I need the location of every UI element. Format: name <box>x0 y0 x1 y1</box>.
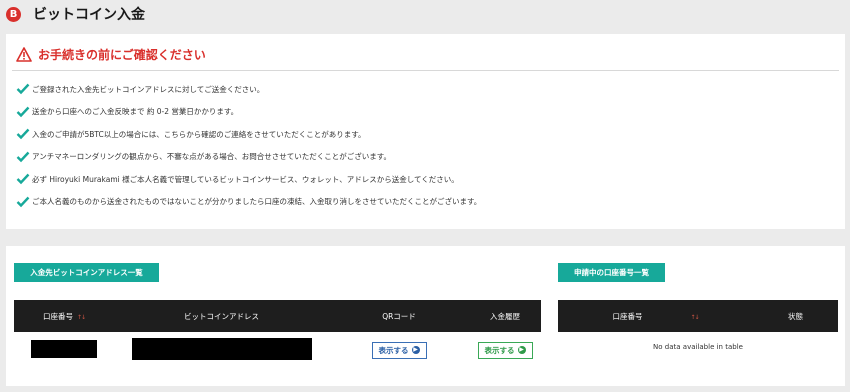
table-row: 表示する ▶ 表示する ▶ <box>14 332 541 368</box>
empty-table-message: No data available in table <box>653 343 743 351</box>
checkmark-icon <box>16 128 30 140</box>
column-label: 口座番号 <box>612 311 643 321</box>
show-history-button[interactable]: 表示する ▶ <box>477 341 533 359</box>
table-row: No data available in table <box>558 332 838 362</box>
notice-item-text: ご本人名義のものから送金されたものではないことが分かりましたら口座の凍結、入金取… <box>32 197 482 207</box>
bitcoin-address-cell <box>114 332 329 368</box>
checkmark-icon <box>16 151 30 163</box>
column-account-number[interactable]: 口座番号 ↑↓ <box>14 300 114 332</box>
sort-icon[interactable]: ↑↓ <box>77 314 86 321</box>
notice-item: 送金から口座へのご入金反映まで 約 0-2 営業日かかります。 <box>16 101 481 124</box>
notice-item-text: 送金から口座へのご入金反映まで 約 0-2 営業日かかります。 <box>32 107 239 117</box>
checkmark-icon <box>16 83 30 95</box>
account-list-heading: 申請中の口座番号一覧 <box>558 263 665 282</box>
qr-code-cell: 表示する ▶ <box>329 332 469 368</box>
column-account-number[interactable]: 口座番号 ↑↓ <box>558 300 753 332</box>
arrow-right-circle-icon: ▶ <box>517 346 526 354</box>
notice-item: 入金のご申請が5BTC以上の場合には、こちらから確認のご連絡をさせていただくこと… <box>16 123 481 146</box>
bitcoin-icon: B <box>6 6 21 22</box>
account-number-cell <box>14 332 114 368</box>
notice-header: お手続きの前にご確認ください <box>16 46 206 63</box>
notice-item-text: ご登録された入金先ビットコインアドレスに対してご送金ください。 <box>32 84 265 94</box>
pending-account-table-header: 口座番号 ↑↓ 状態 <box>558 300 838 332</box>
checkmark-icon <box>16 106 30 118</box>
redacted-account-number <box>31 340 97 358</box>
lists-panel: 入金先ビットコインアドレス一覧 申請中の口座番号一覧 口座番号 ↑↓ ビットコイン… <box>6 246 845 386</box>
notice-item: ご本人名義のものから送金されたものではないことが分かりましたら口座の凍結、入金取… <box>16 191 481 214</box>
notice-panel: お手続きの前にご確認ください ご登録された入金先ビットコインアドレスに対してご送… <box>6 34 845 229</box>
column-deposit-history: 入金履歴 <box>469 300 541 332</box>
show-qr-button[interactable]: 表示する ▶ <box>371 341 427 359</box>
warning-triangle-icon <box>16 47 32 62</box>
checkmark-icon <box>16 173 30 185</box>
pending-account-table: 口座番号 ↑↓ 状態 No data available in table <box>558 300 838 362</box>
notice-item: 必ず Hiroyuki Murakami 様ご本人名義で管理しているビットコイン… <box>16 168 481 191</box>
notice-item-text: 必ず Hiroyuki Murakami 様ご本人名義で管理しているビットコイン… <box>32 174 459 184</box>
notice-list: ご登録された入金先ビットコインアドレスに対してご送金ください。 送金から口座への… <box>16 78 481 213</box>
deposit-history-cell: 表示する ▶ <box>469 332 541 368</box>
page-header: B ビットコイン入金 <box>6 4 145 24</box>
notice-item-text: アンチマネーロンダリングの観点から、不審な点がある場合、お問合せさせていただくこ… <box>32 152 391 162</box>
column-qr-code: QRコード <box>329 300 469 332</box>
column-status: 状態 <box>753 300 838 332</box>
arrow-right-circle-icon: ▶ <box>411 346 420 354</box>
show-history-label: 表示する <box>484 345 515 355</box>
show-qr-label: 表示する <box>378 345 409 355</box>
notice-item: ご登録された入金先ビットコインアドレスに対してご送金ください。 <box>16 78 481 101</box>
sort-icon[interactable]: ↑↓ <box>690 314 699 321</box>
notice-item: アンチマネーロンダリングの観点から、不審な点がある場合、お問合せさせていただくこ… <box>16 146 481 169</box>
notice-divider <box>12 70 839 71</box>
address-table-header: 口座番号 ↑↓ ビットコインアドレス QRコード 入金履歴 <box>14 300 541 332</box>
redacted-bitcoin-address <box>131 338 312 360</box>
notice-title: お手続きの前にご確認ください <box>38 48 206 62</box>
notice-item-text: 入金のご申請が5BTC以上の場合には、こちらから確認のご連絡をさせていただくこと… <box>32 129 366 139</box>
column-bitcoin-address: ビットコインアドレス <box>114 300 329 332</box>
address-list-heading: 入金先ビットコインアドレス一覧 <box>14 263 159 282</box>
page-title: ビットコイン入金 <box>33 7 145 23</box>
address-table: 口座番号 ↑↓ ビットコインアドレス QRコード 入金履歴 表示する ▶ 表示す… <box>14 300 541 368</box>
column-label: 口座番号 <box>42 311 73 321</box>
checkmark-icon <box>16 196 30 208</box>
